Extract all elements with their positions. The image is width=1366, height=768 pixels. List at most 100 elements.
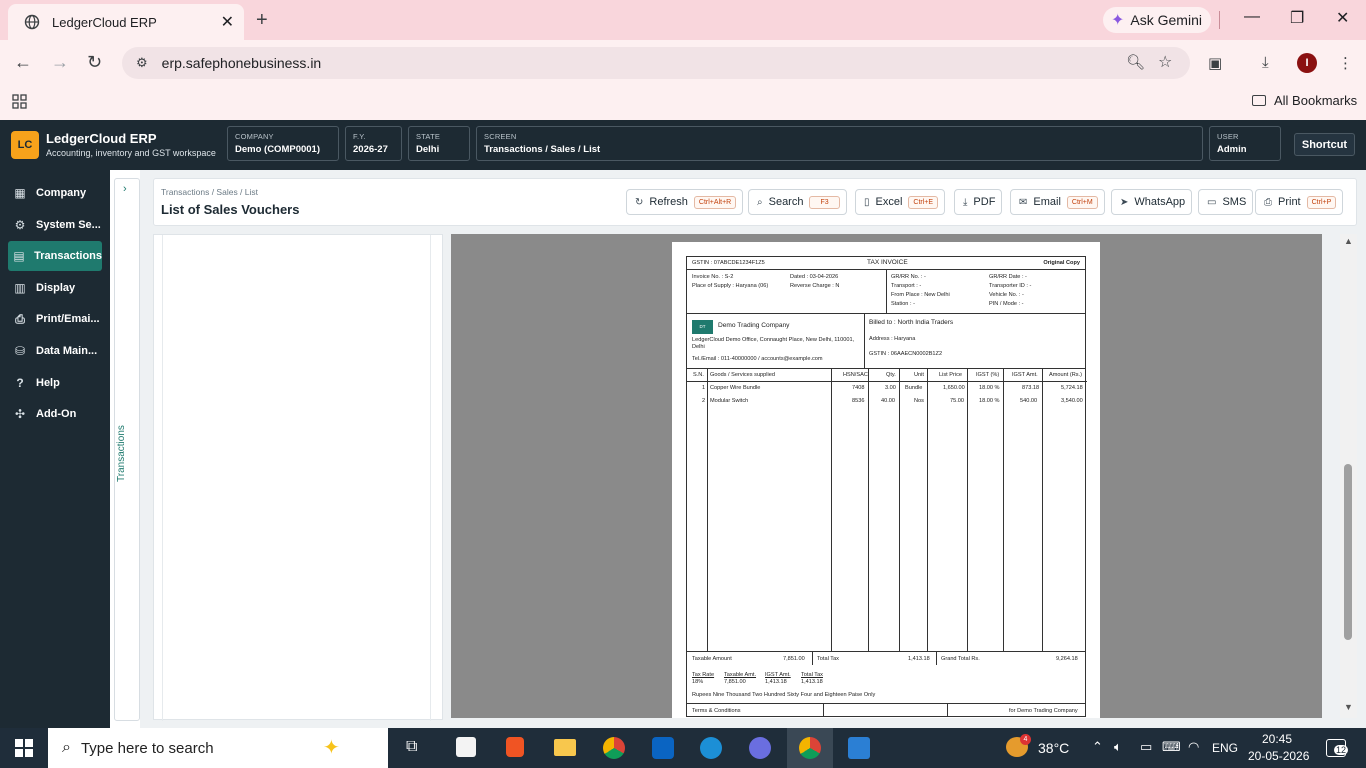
total-tax-label: Total Tax bbox=[817, 656, 839, 662]
menu-kebab-icon[interactable]: ⋮ bbox=[1338, 54, 1353, 72]
chevron-up-icon[interactable]: ⌃ bbox=[1092, 739, 1103, 755]
col-igst-amt: IGST Amt. bbox=[1012, 372, 1038, 378]
invoice-preview-viewer[interactable]: GSTIN : 07ABCDE1234F1Z5 TAX INVOICE Orig… bbox=[451, 234, 1322, 718]
chrome-active-icon[interactable] bbox=[799, 737, 821, 759]
clock-time[interactable]: 20:45 bbox=[1262, 732, 1292, 746]
state-value: Delhi bbox=[416, 144, 440, 155]
url-text[interactable]: erp.safephonebusiness.in bbox=[162, 55, 322, 71]
chevron-right-icon[interactable]: › bbox=[123, 183, 127, 195]
sidebar-item-display[interactable]: ▥ Display bbox=[8, 273, 102, 303]
sms-button[interactable]: ▭ SMS bbox=[1198, 189, 1254, 215]
invoice-frame: GSTIN : 07ABCDE1234F1Z5 TAX INVOICE Orig… bbox=[686, 256, 1087, 717]
wifi-icon[interactable]: ◠ bbox=[1188, 739, 1199, 755]
billed-gstin: GSTIN : 06AAECN0002B1Z2 bbox=[869, 351, 943, 357]
pin-mode: PIN / Mode : - bbox=[989, 301, 1024, 307]
taskbar-search-box[interactable]: ⌕ Type here to search ✦ bbox=[48, 728, 388, 768]
billed-address: Address : Haryana bbox=[869, 336, 916, 342]
col-sn: S.N. bbox=[693, 372, 704, 378]
site-settings-icon[interactable]: ⚙ bbox=[136, 55, 148, 71]
sidebar-item-help[interactable]: ? Help bbox=[8, 368, 102, 398]
browser-tab[interactable]: LedgerCloud ERP ✕ bbox=[8, 4, 244, 40]
copilot-icon[interactable] bbox=[749, 737, 771, 759]
language-indicator[interactable]: ENG bbox=[1212, 741, 1238, 755]
file-explorer-icon[interactable] bbox=[554, 739, 576, 756]
fy-selector[interactable]: F.Y. 2026-27 bbox=[345, 126, 402, 161]
email-label: Email bbox=[1033, 196, 1061, 208]
whatsapp-button[interactable]: ➤ WhatsApp bbox=[1111, 189, 1193, 215]
total-tax-summary-value: 1,413.18 bbox=[801, 679, 823, 685]
input-method-icon[interactable]: ⌨ bbox=[1162, 739, 1181, 755]
screen-indicator: SCREEN Transactions / Sales / List bbox=[476, 126, 1203, 161]
send-icon: ➤ bbox=[1120, 196, 1129, 208]
col-list-price: List Price bbox=[939, 372, 963, 378]
speaker-icon[interactable]: 🔈︎ bbox=[1114, 739, 1122, 755]
temperature[interactable]: 38°C bbox=[1038, 740, 1069, 756]
excel-button[interactable]: ▯ Excel Ctrl+E bbox=[855, 189, 946, 215]
clock-date[interactable]: 20-05-2026 bbox=[1248, 749, 1309, 763]
sidebar-item-transactions[interactable]: ▤ Transactions bbox=[8, 241, 102, 272]
terms-label: Terms & Conditions bbox=[692, 708, 741, 714]
sidebar-item-data-maintenance[interactable]: ⛁ Data Main... bbox=[8, 336, 102, 366]
profile-avatar[interactable]: I bbox=[1297, 53, 1317, 73]
shortcut-button[interactable]: Shortcut bbox=[1294, 133, 1355, 156]
sidebar-item-system-settings[interactable]: ⚙ System Se... bbox=[8, 210, 102, 240]
task-view-icon[interactable]: ⧉ bbox=[406, 738, 417, 756]
chrome-icon[interactable] bbox=[603, 737, 625, 759]
scrollbar-thumb[interactable] bbox=[1344, 464, 1352, 640]
pdf-button[interactable]: ⤓ PDF bbox=[954, 189, 1003, 215]
collapsed-submenu-label: Transactions bbox=[116, 425, 127, 483]
search-button[interactable]: ⌕ Search F3 bbox=[748, 189, 847, 215]
row2-list-price: 75.00 bbox=[950, 398, 964, 404]
photos-icon[interactable] bbox=[848, 737, 870, 759]
email-button[interactable]: ✉ Email Ctrl+M bbox=[1010, 189, 1105, 215]
state-selector[interactable]: STATE Delhi bbox=[408, 126, 470, 161]
folder-icon bbox=[1252, 95, 1266, 106]
bookmark-star-icon[interactable]: ☆ bbox=[1158, 52, 1172, 72]
total-tax-value: 1,413.18 bbox=[908, 656, 930, 662]
sidebar-item-company[interactable]: ▦ Company bbox=[8, 178, 102, 208]
refresh-button[interactable]: ↻ Refresh Ctrl+Alt+R bbox=[626, 189, 744, 215]
ask-gemini-button[interactable]: ✦ Ask Gemini bbox=[1103, 7, 1211, 33]
new-tab-icon[interactable]: + bbox=[256, 9, 268, 32]
download-icon[interactable]: ⤓ bbox=[1262, 54, 1269, 71]
network-icon[interactable]: ▭ bbox=[1140, 739, 1152, 755]
viewer-scrollbar[interactable]: ▲ ▼ bbox=[1340, 234, 1357, 718]
gemini-label: Ask Gemini bbox=[1130, 12, 1202, 28]
collapsed-submenu[interactable]: › Transactions bbox=[114, 178, 140, 721]
scroll-down-icon[interactable]: ▼ bbox=[1344, 702, 1353, 712]
address-bar[interactable]: ⚙ erp.safephonebusiness.in 🔍︎ ☆ bbox=[122, 47, 1190, 79]
store-icon[interactable] bbox=[456, 737, 476, 757]
apps-grid-icon[interactable] bbox=[12, 94, 27, 114]
forward-icon[interactable]: → bbox=[51, 52, 69, 73]
col-divider bbox=[1042, 369, 1043, 652]
sidebar-item-add-on[interactable]: ✣ Add-On bbox=[8, 399, 102, 429]
col-qty: Qty. bbox=[886, 372, 896, 378]
row2-igst-pct: 18.00 % bbox=[979, 398, 1000, 404]
close-tab-icon[interactable]: ✕ bbox=[221, 12, 234, 32]
cast-icon[interactable]: ▣ bbox=[1208, 54, 1222, 72]
close-window-icon[interactable]: ✕ bbox=[1336, 8, 1349, 28]
user-indicator[interactable]: USER Admin bbox=[1209, 126, 1281, 161]
seller-contact: Tel./Email : 011-40000000 / accounts@exa… bbox=[692, 356, 823, 362]
outlook-icon[interactable] bbox=[652, 737, 674, 759]
back-icon[interactable]: ← bbox=[14, 52, 32, 73]
brave-icon[interactable] bbox=[506, 737, 524, 757]
edge-icon[interactable] bbox=[700, 737, 722, 759]
zoom-icon[interactable]: 🔍︎ bbox=[1126, 53, 1145, 71]
company-selector[interactable]: COMPANY Demo (COMP0001) bbox=[227, 126, 339, 161]
screen-value: Transactions / Sales / List bbox=[484, 144, 601, 155]
restore-icon[interactable]: ❐ bbox=[1290, 8, 1304, 28]
print-button[interactable]: ⎙ Print Ctrl+P bbox=[1255, 189, 1344, 215]
gemini-sparkle-icon: ✦ bbox=[1111, 12, 1125, 29]
reload-icon[interactable]: ↻ bbox=[87, 52, 102, 73]
windows-start-icon[interactable] bbox=[15, 739, 33, 760]
page-title: List of Sales Vouchers bbox=[161, 202, 300, 217]
amount-in-words: Rupees Nine Thousand Two Hundred Sixty F… bbox=[692, 692, 876, 698]
minimize-icon[interactable]: — bbox=[1244, 8, 1260, 26]
sidebar-item-print-email[interactable]: ⎙ Print/Emai... bbox=[8, 304, 102, 334]
bookmarks-bar: All Bookmarks bbox=[0, 86, 1366, 120]
scroll-up-icon[interactable]: ▲ bbox=[1344, 236, 1353, 246]
all-bookmarks-button[interactable]: All Bookmarks bbox=[1252, 93, 1357, 108]
taxable-amt-value: 7,851.00 bbox=[724, 679, 746, 685]
gr-number: GR/RR No. : - bbox=[891, 274, 926, 280]
